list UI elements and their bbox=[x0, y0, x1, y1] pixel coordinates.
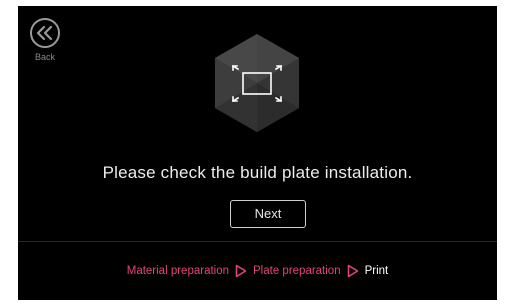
build-plate-expand-icon bbox=[215, 34, 299, 132]
back-circle[interactable] bbox=[30, 18, 60, 48]
progress-steps: Material preparation Plate preparation P… bbox=[18, 264, 497, 278]
back-label: Back bbox=[34, 52, 55, 62]
divider bbox=[18, 241, 497, 242]
next-button[interactable]: Next bbox=[230, 200, 306, 228]
instruction-message: Please check the build plate installatio… bbox=[102, 163, 413, 182]
printer-screen: Back Please check the build plate instal… bbox=[18, 6, 497, 300]
step-print: Print bbox=[364, 265, 389, 277]
step-plate-preparation: Plate preparation bbox=[253, 265, 341, 277]
step-arrow-icon bbox=[347, 264, 359, 278]
double-chevron-left-icon bbox=[36, 25, 53, 41]
step-arrow-icon bbox=[235, 264, 247, 278]
step-material-preparation: Material preparation bbox=[126, 265, 230, 277]
back-button[interactable]: Back bbox=[30, 18, 62, 68]
